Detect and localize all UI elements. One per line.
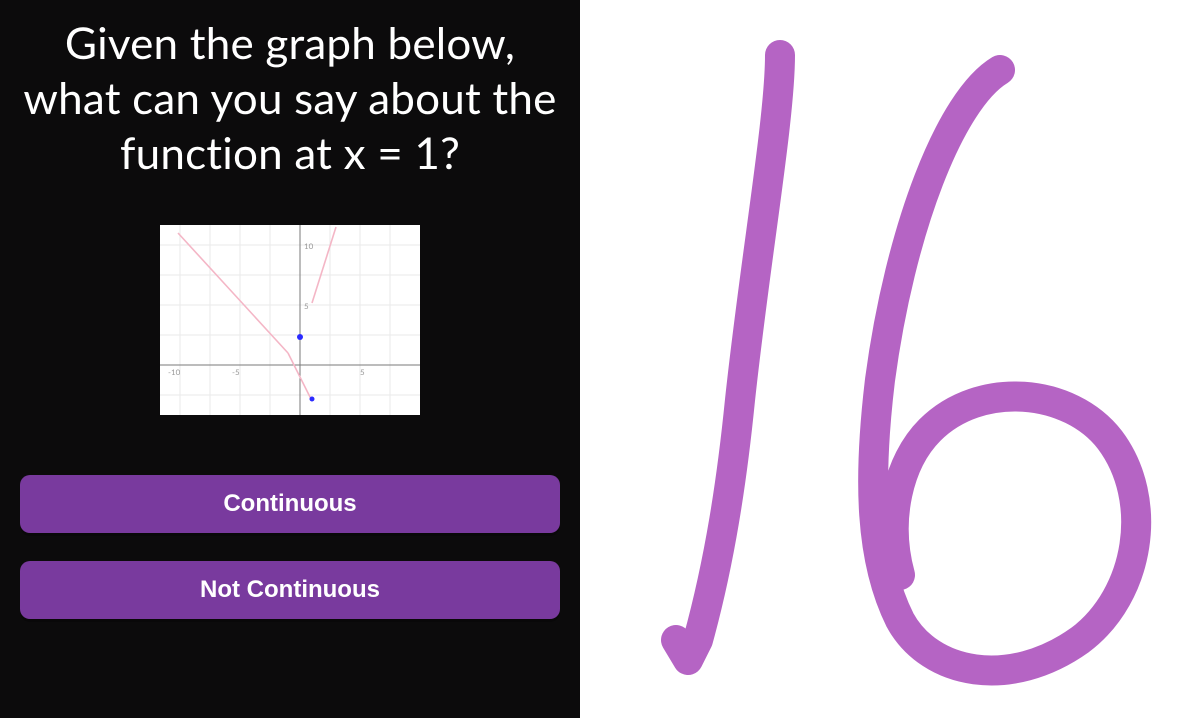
question-text: Given the graph below, what can you say … xyxy=(14,16,566,181)
tick-y5: 5 xyxy=(304,301,309,311)
quiz-panel: Given the graph below, what can you say … xyxy=(0,0,580,718)
function-graph: -10 -5 5 10 5 xyxy=(160,225,420,415)
stage: Given the graph below, what can you say … xyxy=(0,0,1200,718)
handwriting-svg xyxy=(580,0,1200,718)
graph-svg: -10 -5 5 10 5 xyxy=(160,225,420,415)
handwriting-16 xyxy=(676,55,1136,670)
tick-neg10: -10 xyxy=(168,367,181,377)
answer-continuous[interactable]: Continuous xyxy=(20,475,560,533)
answer-not-continuous[interactable]: Not Continuous xyxy=(20,561,560,619)
tick-5: 5 xyxy=(360,367,365,377)
graph-point-defined xyxy=(297,334,303,340)
answers-list: Continuous Not Continuous xyxy=(14,475,566,619)
handwriting-canvas[interactable] xyxy=(580,0,1200,718)
tick-y10: 10 xyxy=(304,241,314,251)
graph-point-x1 xyxy=(310,397,315,402)
tick-neg5: -5 xyxy=(232,367,240,377)
